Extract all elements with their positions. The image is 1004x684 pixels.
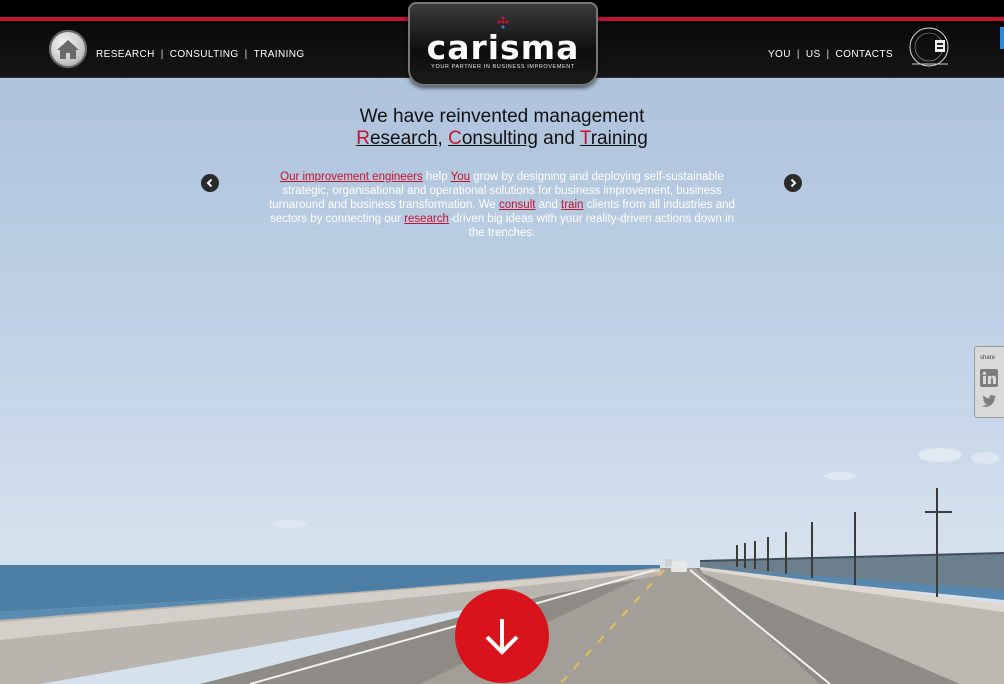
nav-research[interactable]: RESEARCH (96, 49, 155, 60)
headline-line-2: Research, Consulting and Training (356, 128, 648, 149)
logo-tagline: YOUR PARTNER IN BUSINESS IMPROVEMENT (431, 64, 575, 70)
background-photo (0, 448, 1004, 684)
nav-separator: | (796, 49, 800, 60)
hero-paragraph: Our improvement engineers help You grow … (269, 171, 735, 239)
logo[interactable]: carisma YOUR PARTNER IN BUSINESS IMPROVE… (408, 2, 598, 86)
you-link[interactable]: You (451, 171, 470, 183)
nav-us[interactable]: US (806, 49, 821, 60)
edge-tab (1000, 27, 1004, 49)
carousel-prev-button[interactable] (201, 174, 219, 192)
research-link[interactable]: research (404, 213, 449, 225)
secondary-nav: YOU | US | CONTACTS (768, 49, 893, 60)
nav-separator: | (826, 49, 830, 60)
certification-seal-icon (909, 27, 949, 67)
arrow-down-icon (485, 619, 519, 655)
home-icon (57, 40, 79, 59)
train-link[interactable]: train (561, 199, 583, 211)
nav-you[interactable]: YOU (768, 49, 791, 60)
headline-line-1: We have reinvented management (359, 106, 645, 127)
improvement-engineers-link[interactable]: Our improvement engineers (280, 171, 423, 183)
share-label: share (980, 355, 996, 361)
twitter-icon[interactable] (980, 393, 998, 411)
hero-headline: We have reinvented management Research, … (0, 106, 1004, 150)
logo-wordmark: carisma (426, 28, 580, 67)
linkedin-icon[interactable] (980, 369, 998, 387)
main-nav: RESEARCH | CONSULTING | TRAINING (96, 49, 305, 60)
chevron-left-icon (206, 178, 213, 188)
header-red-line-left (0, 17, 410, 21)
chevron-right-icon (790, 178, 797, 188)
nav-training[interactable]: TRAINING (254, 49, 305, 60)
scroll-down-button[interactable] (455, 589, 549, 683)
headline-consulting-link[interactable]: Consulting (448, 128, 538, 149)
nav-consulting[interactable]: CONSULTING (170, 49, 239, 60)
nav-separator: | (244, 49, 248, 60)
headline-training-link[interactable]: Training (580, 128, 648, 149)
home-button[interactable] (49, 30, 87, 68)
carousel-next-button[interactable] (784, 174, 802, 192)
header-red-line-right (594, 17, 1004, 21)
nav-contacts[interactable]: CONTACTS (836, 49, 893, 60)
share-panel: share (974, 346, 1004, 418)
consult-link[interactable]: consult (499, 199, 535, 211)
nav-separator: | (160, 49, 164, 60)
headline-research-link[interactable]: Research (356, 128, 437, 149)
